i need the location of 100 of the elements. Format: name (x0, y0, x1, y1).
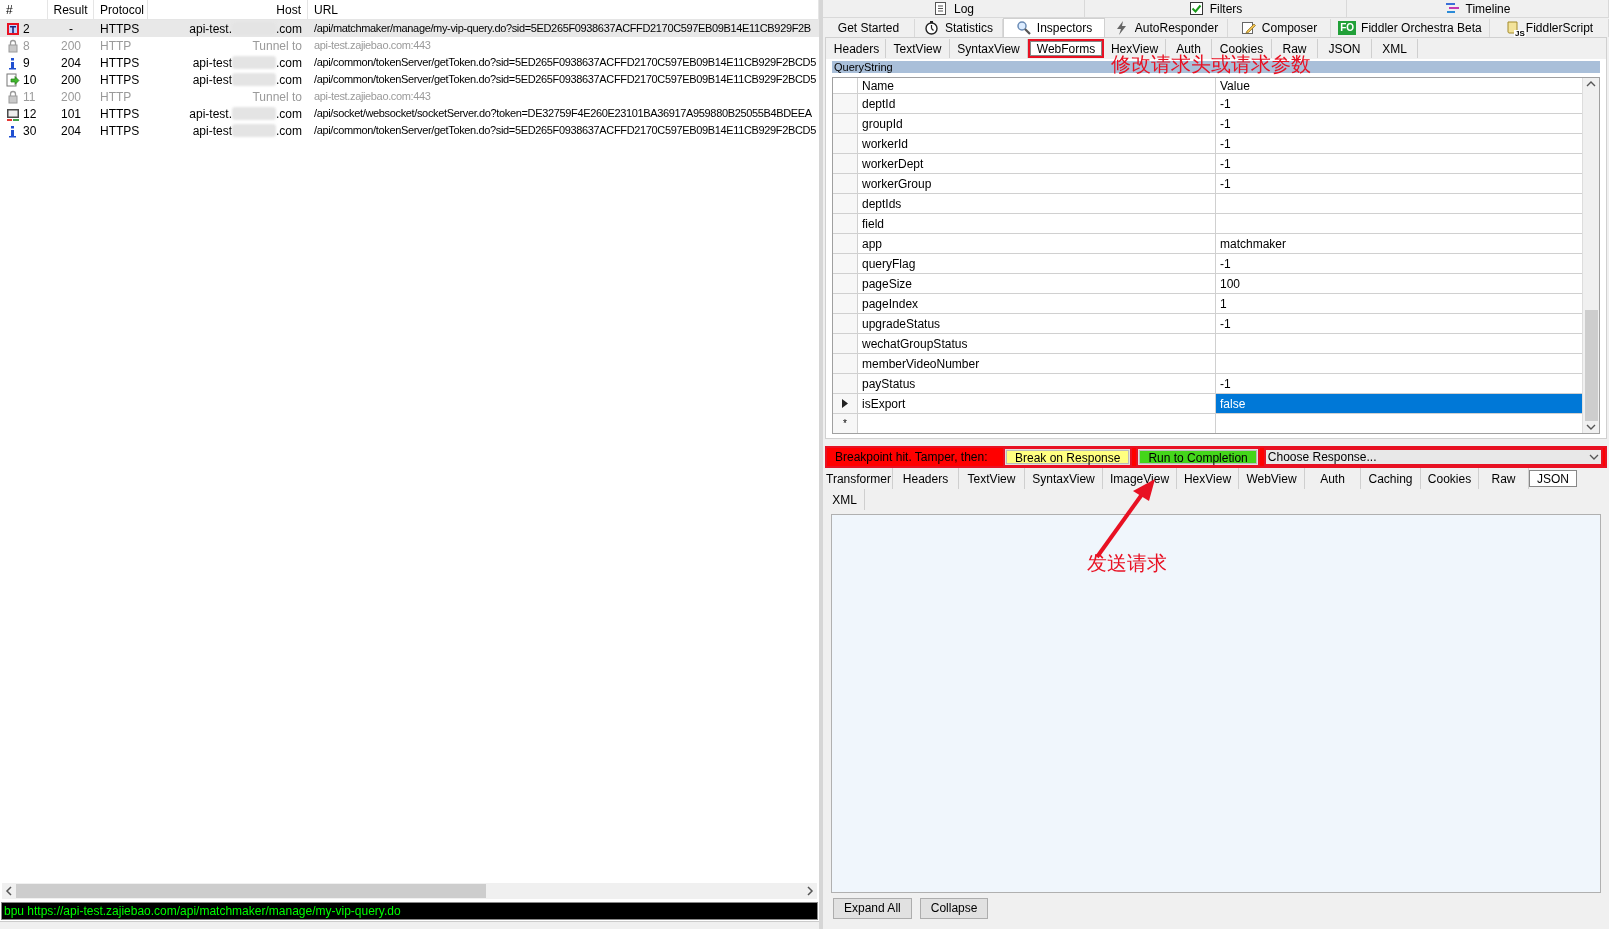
run-to-completion-button[interactable]: Run to Completion (1136, 447, 1260, 467)
table-cell[interactable]: 100 (1216, 274, 1582, 293)
toolbar-button[interactable]: Expand All (833, 897, 912, 919)
table-cell-text: 11 (23, 88, 36, 106)
table-cell[interactable]: deptId (858, 94, 1216, 113)
table-cell-text: /api/common/tokenServer/getToken.do?sid=5ED265F0938637ACFFD2170C597EB09B14E11CB929F2BCD5 (313, 72, 817, 88)
table-cell[interactable]: groupId (858, 114, 1216, 133)
tab[interactable]: Transformer (825, 468, 893, 489)
table-cell[interactable]: pageIndex (858, 294, 1216, 313)
table-cell-text: 8 (23, 37, 30, 55)
table-cell-text: api-test. (189, 20, 232, 38)
table-cell[interactable]: -1 (1216, 254, 1582, 273)
breakpoint-icon (6, 21, 20, 36)
table-cell-text: Tunnel to (252, 88, 302, 106)
table-cell-text: 12 (23, 105, 37, 123)
table-cell-text: Tunnel to (252, 37, 302, 55)
table-cell[interactable]: upgradeStatus (858, 314, 1216, 333)
column-header[interactable]: Protocol (94, 0, 148, 20)
table-cell[interactable]: field (858, 214, 1216, 233)
table-cell-text: api-test (192, 54, 232, 72)
toolbar-button[interactable]: Collapse (919, 897, 989, 919)
scrollbar-thumb[interactable] (1584, 310, 1598, 421)
tab[interactable]: HexView (1177, 468, 1239, 489)
table-cell[interactable]: queryFlag (858, 254, 1216, 273)
table-cell-text: .com (276, 71, 302, 89)
session-row[interactable]: 2 - HTTPS api-test. .com /api/matchmaker/manage/my-vip-query.do?sid=5ED265F0938637ACFFD2170C597EB09B14E11CB929F2B (0, 20, 819, 37)
table-cell-text: HTTPS (99, 122, 141, 140)
column-header[interactable]: Value (1216, 78, 1582, 93)
checkbox[interactable] (1188, 1, 1204, 16)
command-input[interactable]: bpu https://api-test.zajiebao.com/api/matchmaker/manage/my-vip-query.do (2, 903, 817, 919)
tab[interactable]: Headers (893, 468, 959, 489)
table-cell[interactable]: -1 (1216, 114, 1582, 133)
chevron-down-icon (1589, 452, 1599, 462)
table-cell-text: HTTPS (99, 71, 141, 89)
column-header[interactable]: URL (308, 0, 819, 20)
table-cell[interactable]: -1 (1216, 314, 1582, 333)
table-cell[interactable]: payStatus (858, 374, 1216, 393)
break-on-response-button[interactable]: Break on Response (1003, 447, 1133, 467)
response-dropdown[interactable]: Choose Response... (1263, 448, 1603, 466)
table-cell[interactable]: 1 (1216, 294, 1582, 313)
table-cell[interactable]: workerDept (858, 154, 1216, 173)
tab[interactable]: Auth (1305, 468, 1361, 489)
tab[interactable]: TextView (886, 39, 950, 58)
tab[interactable]: XML (1372, 39, 1418, 58)
vertical-scrollbar[interactable] (1582, 78, 1599, 433)
table-cell[interactable]: wechatGroupStatus (858, 334, 1216, 353)
pencil-icon (1240, 20, 1256, 35)
table-cell-text: .com (276, 122, 302, 140)
table-cell[interactable]: -1 (1216, 374, 1582, 393)
table-cell[interactable]: false (1216, 394, 1582, 413)
table-cell[interactable]: memberVideoNumber (858, 354, 1216, 373)
table-cell[interactable]: -1 (1216, 154, 1582, 173)
column-header[interactable]: # (0, 0, 48, 20)
column-header[interactable]: Host (148, 0, 308, 20)
row-header[interactable] (833, 394, 858, 413)
table-cell[interactable]: deptIds (858, 194, 1216, 213)
table-cell[interactable]: matchmaker (1216, 234, 1582, 253)
breakpoint-message: Breakpoint hit. Tamper, then: (834, 449, 989, 466)
table-cell-text: /api/matchmaker/manage/my-vip-query.do?sid=5ED265F0938637ACFFD2170C597EB09B14E11CB929F2B (313, 21, 812, 37)
lock-icon (6, 38, 20, 53)
tab[interactable]: JSON (1529, 470, 1577, 487)
tab[interactable]: SyntaxView (1025, 468, 1103, 489)
table-cell[interactable]: pageSize (858, 274, 1216, 293)
tab[interactable]: WebForms (1028, 39, 1104, 58)
tab[interactable]: XML (825, 489, 865, 510)
column-header[interactable]: Result (48, 0, 94, 20)
tab[interactable]: Log (823, 0, 1085, 17)
magnifier-icon (1015, 20, 1031, 35)
table-cell[interactable]: -1 (1216, 174, 1582, 193)
tab[interactable]: Caching (1361, 468, 1421, 489)
table-cell[interactable]: -1 (1216, 94, 1582, 113)
table-cell-text: 9 (23, 54, 30, 72)
tab[interactable]: WebView (1239, 468, 1305, 489)
tab[interactable]: JSON (1318, 39, 1372, 58)
tab[interactable]: Inspectors (1003, 18, 1105, 37)
table-cell[interactable]: -1 (1216, 134, 1582, 153)
table-cell-text: HTTPS (99, 105, 141, 123)
scrollbar-thumb[interactable] (16, 884, 486, 898)
tab[interactable]: TextView (959, 468, 1025, 489)
horizontal-scrollbar[interactable] (2, 883, 817, 899)
column-header[interactable]: Name (858, 78, 1216, 93)
document-icon (933, 1, 948, 16)
table-cell-text: api-test (192, 122, 232, 140)
fo-logo-icon: FO (1338, 21, 1357, 35)
table-cell-text: HTTP (99, 37, 133, 55)
table-cell-text: 204 (60, 54, 82, 72)
table-cell-text: 200 (60, 71, 82, 89)
table-cell[interactable]: app (858, 234, 1216, 253)
tab[interactable]: Filters (1085, 0, 1347, 17)
tab[interactable]: Timeline (1347, 0, 1609, 17)
table-cell-text: 200 (60, 37, 82, 55)
tab[interactable]: Cookies (1421, 468, 1479, 489)
section-title: QueryString (833, 61, 893, 73)
table-cell[interactable]: workerId (858, 134, 1216, 153)
table-cell-text: api-test.zajiebao.com:443 (313, 38, 432, 54)
table-cell[interactable]: workerGroup (858, 174, 1216, 193)
lock-icon (6, 89, 20, 104)
table-cell-text: HTTPS (99, 54, 141, 72)
table-cell-text: /api/socket/websocket/socketServer.do?token=DE32759F4E260E23101BA36917A959880B25055B4BDEEA (313, 106, 813, 122)
tab[interactable]: Headers (828, 39, 886, 58)
